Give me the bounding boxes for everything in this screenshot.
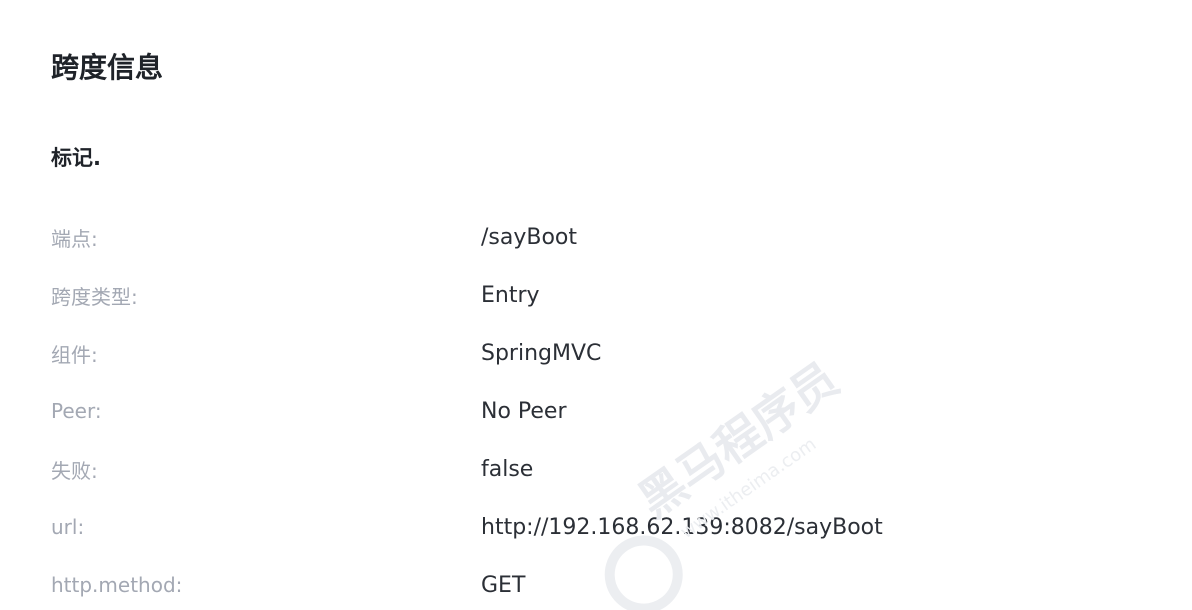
tag-value: Entry	[481, 282, 540, 308]
tag-row-peer: Peer: No Peer	[51, 382, 1151, 440]
tag-key: 失败:	[51, 458, 98, 483]
tag-row-component: 组件: SpringMVC	[51, 324, 1151, 382]
tag-row-url: url: http://192.168.62.139:8082/sayBoot	[51, 498, 1151, 556]
tag-key: 组件:	[51, 342, 98, 367]
span-info-panel: 跨度信息 标记. 端点: /sayBoot 跨度类型: Entry 组件: Sp…	[0, 0, 1192, 610]
tag-value: No Peer	[481, 398, 567, 424]
tag-key: url:	[51, 515, 85, 539]
tag-row-error: 失败: false	[51, 440, 1151, 498]
tag-value: false	[481, 456, 534, 482]
tag-row-http-method: http.method: GET	[51, 556, 1151, 610]
tag-value: SpringMVC	[481, 340, 602, 366]
tag-key: 端点:	[51, 226, 98, 251]
tag-list: 端点: /sayBoot 跨度类型: Entry 组件: SpringMVC P…	[51, 208, 1151, 610]
tag-row-span-type: 跨度类型: Entry	[51, 266, 1151, 324]
tag-value: http://192.168.62.139:8082/sayBoot	[481, 514, 883, 540]
tags-subtitle: 标记.	[51, 146, 101, 170]
tag-row-endpoint: 端点: /sayBoot	[51, 208, 1151, 266]
tag-key: http.method:	[51, 573, 183, 597]
tag-key: Peer:	[51, 399, 102, 423]
tag-value: GET	[481, 572, 526, 598]
tag-key: 跨度类型:	[51, 284, 138, 309]
tag-value: /sayBoot	[481, 224, 578, 250]
span-info-title: 跨度信息	[51, 51, 164, 84]
